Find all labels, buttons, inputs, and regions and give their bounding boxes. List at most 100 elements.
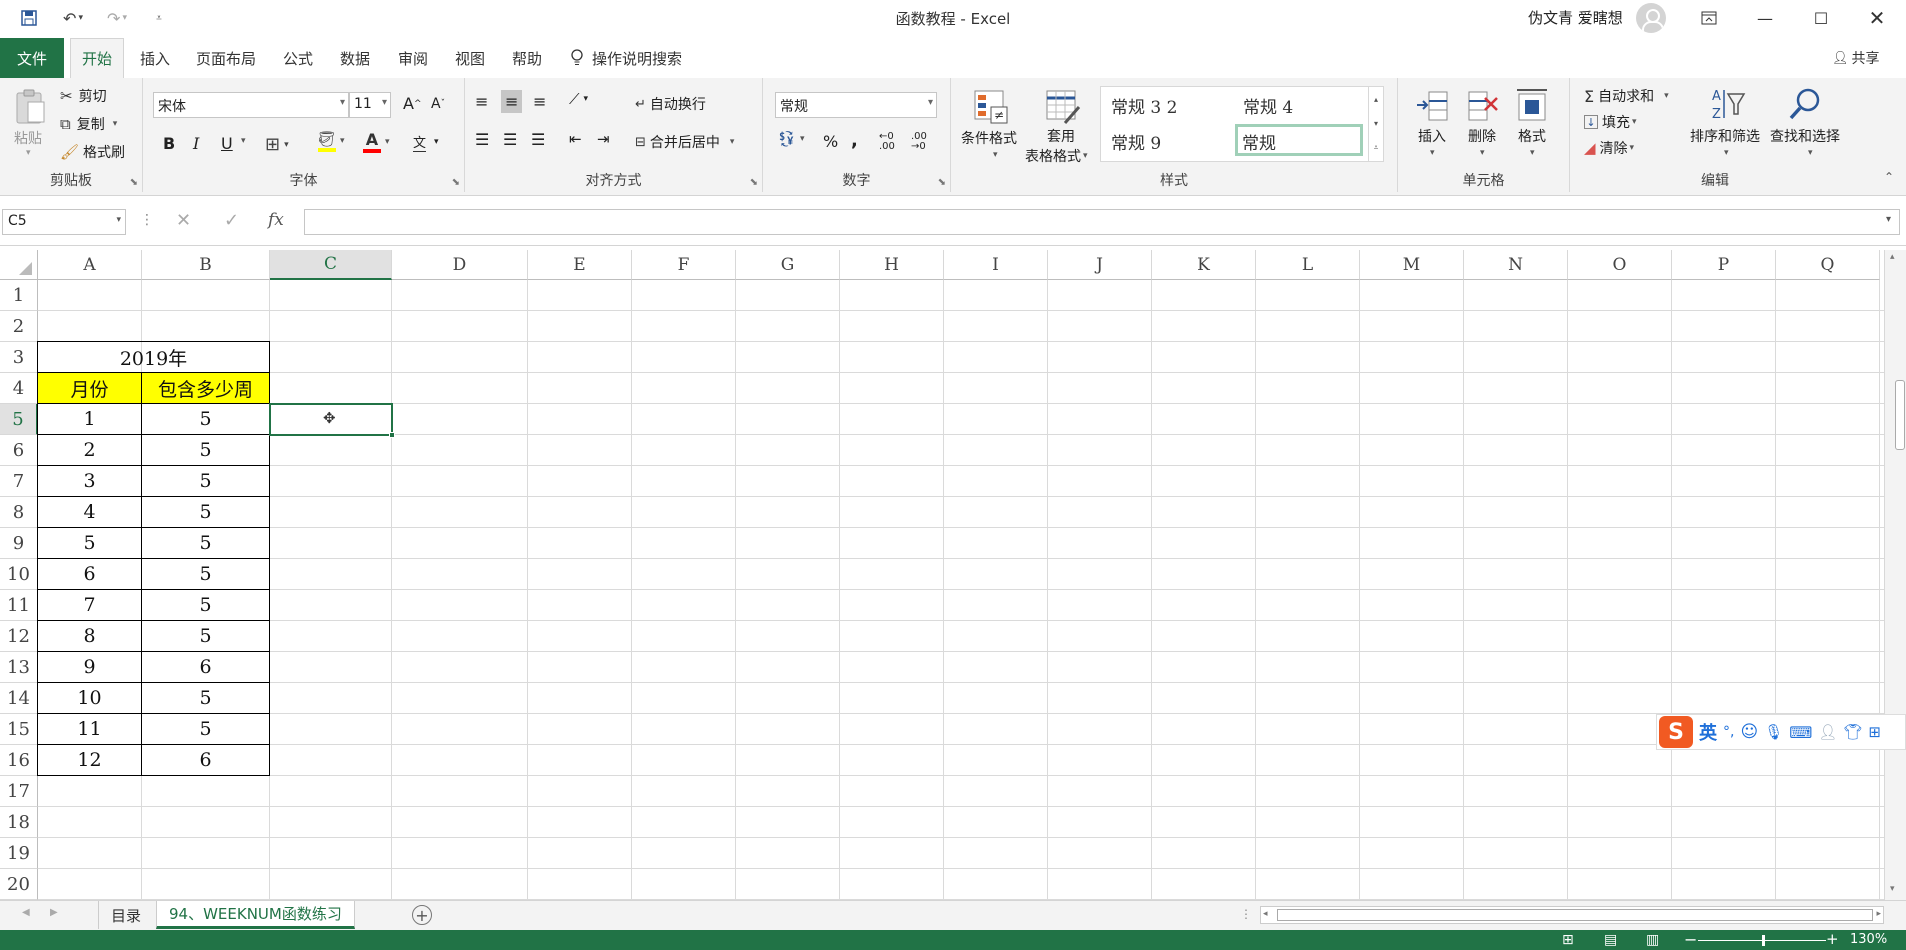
page-break-view-icon[interactable]: ▥ [1646,932,1659,948]
formula-input[interactable] [304,209,1900,235]
column-header-o[interactable]: O [1568,250,1672,280]
worksheet-grid[interactable]: ▴ ▾ A B C D E F G H I J K L M N O P Q 1 2 3 4 5 6 7 8 9 10 11 12 13 14… [0,250,1906,900]
orientation-icon[interactable]: ⟋ ▾ [569,90,588,108]
delete-cells-icon[interactable] [1464,86,1500,126]
ime-language[interactable]: 英 [1699,719,1717,745]
align-center-icon[interactable]: ☰ [503,130,517,149]
insert-function-button[interactable]: fx [268,210,284,230]
row-header-18[interactable]: 18 [0,807,38,838]
avatar[interactable] [1636,3,1666,33]
chevron-down-icon[interactable]: ▾ [1374,119,1378,128]
cell-month[interactable]: 10 [37,682,142,714]
normal-view-icon[interactable]: ⊞ [1562,932,1574,948]
customize-qat-icon[interactable]: ⩡ [146,5,172,31]
cell-month[interactable]: 8 [37,620,142,652]
sheet-tab-weeknum[interactable]: 94、WEEKNUM函数练习 [156,901,355,929]
column-header-j[interactable]: J [1048,250,1152,280]
currency-icon[interactable]: 💱︎ ▾ [777,130,805,148]
cell-weeks[interactable]: 5 [141,403,270,435]
comma-button[interactable]: , [851,130,858,151]
column-header-m[interactable]: M [1360,250,1464,280]
underline-dropdown-icon[interactable]: ▾ [241,136,246,146]
select-all-corner[interactable] [0,250,38,280]
next-sheet-icon[interactable]: ▶ [50,907,58,918]
cell-month[interactable]: 5 [37,527,142,559]
table-format-label-1[interactable]: 套用 [1047,126,1075,146]
tab-data[interactable]: 数据 [340,38,370,78]
tell-me-search[interactable]: 操作说明搜索 [570,38,682,78]
chevron-up-icon[interactable]: ▴ [1374,95,1378,104]
cell-month[interactable]: 2 [37,434,142,466]
align-bottom-icon[interactable]: ≡ [533,92,546,111]
cell-weeks[interactable]: 5 [141,620,270,652]
tab-home[interactable]: 开始 [70,38,125,78]
copy-button[interactable]: ⧉ 复制 ▾ [60,114,117,134]
format-cells-icon[interactable] [1514,86,1550,126]
cell-b4-weeks-header[interactable]: 包含多少周 [141,372,270,404]
cell-weeks[interactable]: 5 [141,589,270,621]
format-dropdown-icon[interactable]: ▾ [1530,148,1535,158]
sort-filter-button[interactable]: 排序和筛选 [1690,126,1760,146]
row-header-4[interactable]: 4 [0,373,38,404]
delete-cells-button[interactable]: 删除 [1468,126,1496,146]
cell-weeks[interactable]: 5 [141,558,270,590]
column-header-g[interactable]: G [736,250,840,280]
tab-insert[interactable]: 插入 [140,38,170,78]
horizontal-scrollbar[interactable]: ◂ ▸ [1260,906,1884,924]
tab-help[interactable]: 帮助 [512,38,542,78]
decrease-decimal-icon[interactable]: .00 →0 [911,132,927,152]
sogou-logo-icon[interactable]: S [1659,716,1693,748]
bold-button[interactable]: B [163,134,175,153]
scroll-down-icon[interactable]: ▾ [1890,884,1895,894]
more-icon[interactable]: ⩡ [1374,143,1379,153]
align-top-icon[interactable]: ≡ [475,92,488,111]
cut-button[interactable]: ✂ 剪切 [60,86,107,106]
row-header-20[interactable]: 20 [0,869,38,900]
find-select-button[interactable]: 查找和选择 [1770,126,1840,146]
zoom-level[interactable]: 130% [1850,932,1887,947]
column-header-d[interactable]: D [392,250,528,280]
dialog-launcher-icon[interactable]: ⬊ [750,177,758,188]
ribbon-display-icon[interactable] [1686,0,1732,36]
cell-weeks[interactable]: 5 [141,527,270,559]
column-header-b[interactable]: B [142,250,270,280]
row-header-14[interactable]: 14 [0,683,38,714]
table-format-button[interactable]: 表格格式 ▾ [1025,146,1088,166]
delete-dropdown-icon[interactable]: ▾ [1480,148,1485,158]
share-button[interactable]: 👤︎ 共享 [1832,38,1880,78]
tab-review[interactable]: 审阅 [398,38,428,78]
format-as-table-icon[interactable] [1043,88,1083,126]
emoji-icon[interactable]: ☺ [1740,722,1758,742]
format-painter-button[interactable]: 🖌︎ 格式刷 [60,142,125,162]
border-icon[interactable]: ⊞ ▾ [265,134,289,155]
zoom-slider-thumb[interactable] [1762,935,1765,946]
find-select-dropdown-icon[interactable]: ▾ [1808,148,1813,158]
clear-button[interactable]: ◢ 清除 ▾ [1584,138,1634,158]
cell-month[interactable]: 11 [37,713,142,745]
cell-weeks[interactable]: 5 [141,434,270,466]
sort-filter-dropdown-icon[interactable]: ▾ [1724,148,1729,158]
keyboard-icon[interactable]: ⌨ [1789,723,1812,742]
dialog-launcher-icon[interactable]: ⬊ [938,177,946,188]
column-header-a[interactable]: A [38,250,142,280]
decrease-font-icon[interactable]: Aˇ [431,96,445,112]
tab-split-handle[interactable]: ⋮ [1240,907,1252,921]
vertical-scrollbar[interactable]: ▴ ▾ [1884,250,1906,900]
conditional-format-button[interactable]: 条件格式 [961,128,1017,148]
row-header-3[interactable]: 3 [0,342,38,373]
row-header-7[interactable]: 7 [0,466,38,497]
row-header-8[interactable]: 8 [0,497,38,528]
row-header-1[interactable]: 1 [0,280,38,311]
wrap-text-button[interactable]: ↵ 自动换行 [635,94,706,114]
paste-icon[interactable] [10,86,50,128]
align-left-icon[interactable]: ☰ [475,130,489,149]
column-header-f[interactable]: F [632,250,736,280]
decrease-indent-icon[interactable]: ⇤ [569,130,582,148]
punctuation-icon[interactable]: °, [1723,724,1734,740]
percent-button[interactable]: % [823,132,838,151]
scroll-up-icon[interactable]: ▴ [1890,252,1895,262]
row-header-6[interactable]: 6 [0,435,38,466]
cell-weeks[interactable]: 5 [141,682,270,714]
merge-center-button[interactable]: ⊟ 合并后居中 ▾ [635,132,734,152]
fill-handle[interactable] [389,432,395,438]
